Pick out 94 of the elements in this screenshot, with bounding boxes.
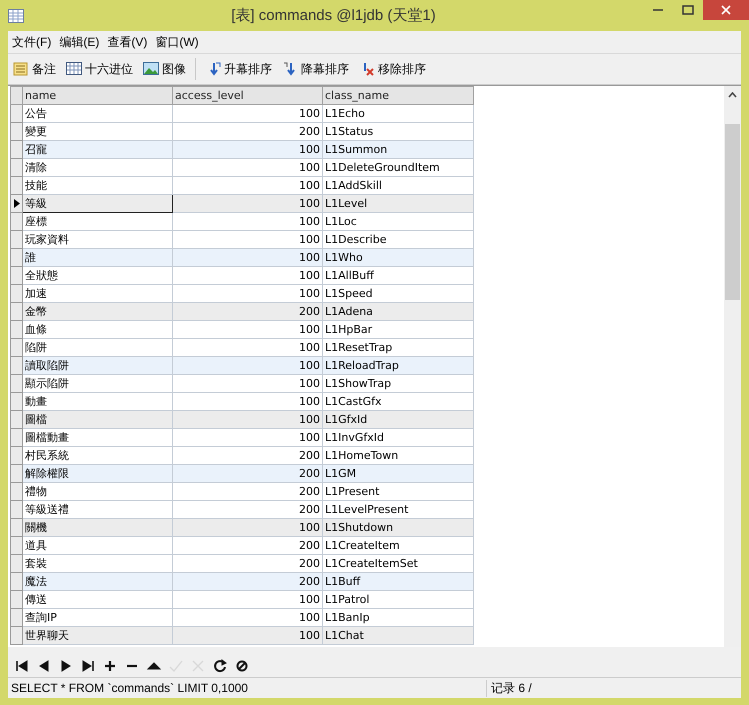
window-title: [表] commands @l1jdb (天堂1) [230,6,437,25]
table-cell: 全狀態 [22,266,172,284]
table-cell: 召寵 [22,140,172,158]
first-record-icon[interactable] [14,658,30,674]
table-cell: 100 [172,356,322,374]
table-cell: L1AllBuff [322,266,474,284]
image-icon [143,61,159,77]
table-cell: 100 [172,410,322,428]
table-cell: 100 [172,104,322,122]
refresh-icon[interactable] [212,658,228,674]
table-cell: L1ReloadTrap [322,356,474,374]
column-header[interactable]: class_name [322,86,474,104]
scroll-up-icon[interactable] [728,92,737,98]
table-cell: L1DeleteGroundItem [322,158,474,176]
table-cell: 解除權限 [22,464,172,482]
table-cell: 魔法 [22,572,172,590]
table-cell: 100 [172,140,322,158]
table-cell: L1Loc [322,212,474,230]
close-icon [721,5,731,15]
sql-query: SELECT * FROM `commands` LIMIT 0,1000 [10,681,249,695]
table-cell: 100 [172,248,322,266]
menu-item[interactable]: 窗口(W) [155,32,199,52]
table-cell: 200 [172,464,322,482]
toolbar-button[interactable]: 图像 [142,58,187,80]
table-cell: 100 [172,626,322,644]
scroll-thumb[interactable] [725,124,740,300]
grid-icon [66,61,82,77]
table-cell: 世界聊天 [22,626,172,644]
note-icon [13,61,29,77]
toolbar-button[interactable]: 备注 [12,58,57,80]
row-selector[interactable] [10,194,22,212]
close-button[interactable] [703,0,749,20]
toolbar-button[interactable]: 升幕排序 [204,58,273,80]
table-icon [8,8,24,22]
table-cell: L1Level [322,194,474,212]
menu-item[interactable]: 文件(F) [12,32,52,52]
minimize-icon [653,9,663,11]
table-cell: L1Adena [322,302,474,320]
maximize-icon [682,5,694,15]
table-cell: L1HpBar [322,320,474,338]
table-cell: 200 [172,302,322,320]
table-cell: 100 [172,266,322,284]
table-cell: L1InvGfxId [322,428,474,446]
table-cell: 血條 [22,320,172,338]
table-cell: 公告 [22,104,172,122]
table-cell: L1Patrol [322,590,474,608]
record-count: 记录 6 / [486,680,741,696]
table-cell: 傳送 [22,590,172,608]
table-cell: L1Present [322,482,474,500]
table-cell: L1Shutdown [322,518,474,536]
table-cell: L1Echo [322,104,474,122]
toolbar-button[interactable]: 十六进位 [65,58,134,80]
table-cell: L1GfxId [322,410,474,428]
column-header[interactable]: name [22,86,172,104]
current-row-icon [14,199,20,208]
table-cell: 200 [172,536,322,554]
table-cell: 100 [172,518,322,536]
cancel-icon[interactable] [234,658,250,674]
table-cell: 100 [172,158,322,176]
table-cell: 等級 [22,194,172,212]
table-cell: 座標 [22,212,172,230]
table-cell: 100 [172,428,322,446]
table-cell: 誰 [22,248,172,266]
table-cell: 100 [172,194,322,212]
plus-icon[interactable] [102,658,118,674]
table-cell: 清除 [22,158,172,176]
table-cell: L1Who [322,248,474,266]
table-cell: 圖檔動畫 [22,428,172,446]
table-cell: 道具 [22,536,172,554]
toolbar-button[interactable]: 移除排序 [358,58,427,80]
table-cell: 100 [172,320,322,338]
table-cell: L1Chat [322,626,474,644]
table-cell: 100 [172,212,322,230]
toolbar-button[interactable]: 降幕排序 [281,58,350,80]
table-cell: 200 [172,572,322,590]
scrollbar[interactable] [724,86,741,647]
table-cell: L1CreateItem [322,536,474,554]
table-cell: L1Buff [322,572,474,590]
table-cell: 圖檔 [22,410,172,428]
table-cell: 關機 [22,518,172,536]
column-header[interactable]: access_level [172,86,322,104]
table-cell: 金幣 [22,302,172,320]
table-cell: 100 [172,590,322,608]
last-record-icon[interactable] [80,658,96,674]
menu-item[interactable]: 查看(V) [107,32,148,52]
table-cell: L1GM [322,464,474,482]
table-cell: 200 [172,482,322,500]
table-cell: 禮物 [22,482,172,500]
table-cell: L1ShowTrap [322,374,474,392]
menu-item[interactable]: 编辑(E) [59,32,100,52]
table-cell: 顯示陷阱 [22,374,172,392]
table-cell: 讀取陷阱 [22,356,172,374]
table-cell: L1Summon [322,140,474,158]
table-cell: 100 [172,374,322,392]
